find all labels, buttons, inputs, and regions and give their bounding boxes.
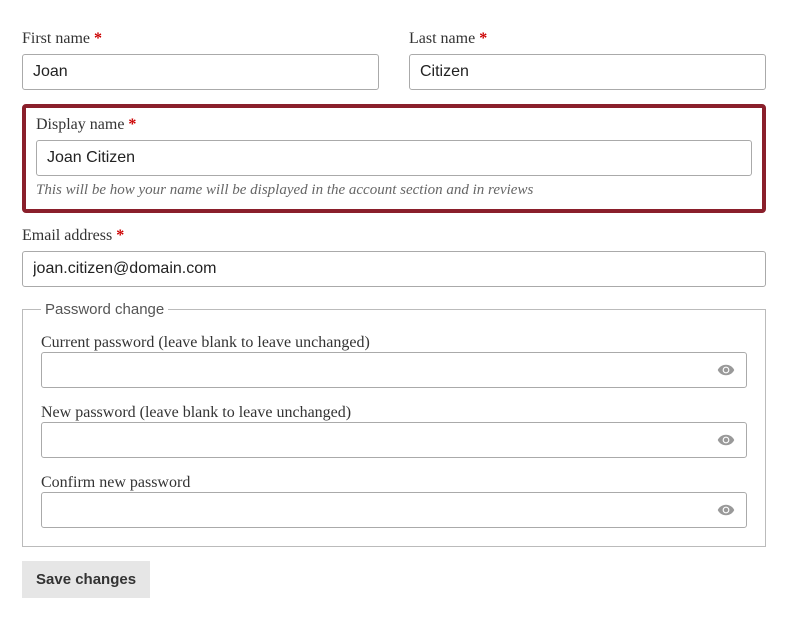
new-password-label: New password (leave blank to leave uncha…	[41, 404, 351, 421]
first-name-label-text: First name	[22, 30, 90, 47]
display-name-highlight: Display name * This will be how your nam…	[22, 104, 766, 213]
display-name-label: Display name *	[36, 116, 752, 134]
required-marker: *	[116, 227, 124, 244]
last-name-label-text: Last name	[409, 30, 475, 47]
password-change-legend: Password change	[41, 301, 168, 318]
confirm-password-input[interactable]	[41, 492, 747, 528]
save-changes-button[interactable]: Save changes	[22, 561, 150, 598]
display-name-label-text: Display name	[36, 116, 124, 133]
current-password-input[interactable]	[41, 352, 747, 388]
new-password-input[interactable]	[41, 422, 747, 458]
display-name-hint: This will be how your name will be displ…	[36, 182, 752, 199]
last-name-input[interactable]	[409, 54, 766, 90]
email-label: Email address *	[22, 227, 766, 245]
required-marker: *	[94, 30, 102, 47]
eye-icon[interactable]	[717, 361, 735, 379]
eye-icon[interactable]	[717, 431, 735, 449]
first-name-input[interactable]	[22, 54, 379, 90]
email-input[interactable]	[22, 251, 766, 287]
password-change-fieldset: Password change Current password (leave …	[22, 301, 766, 547]
last-name-label: Last name *	[409, 30, 766, 48]
first-name-label: First name *	[22, 30, 379, 48]
confirm-password-label: Confirm new password	[41, 474, 190, 491]
eye-icon[interactable]	[717, 501, 735, 519]
required-marker: *	[128, 116, 136, 133]
required-marker: *	[479, 30, 487, 47]
email-label-text: Email address	[22, 227, 112, 244]
display-name-input[interactable]	[36, 140, 752, 176]
current-password-label: Current password (leave blank to leave u…	[41, 334, 370, 351]
